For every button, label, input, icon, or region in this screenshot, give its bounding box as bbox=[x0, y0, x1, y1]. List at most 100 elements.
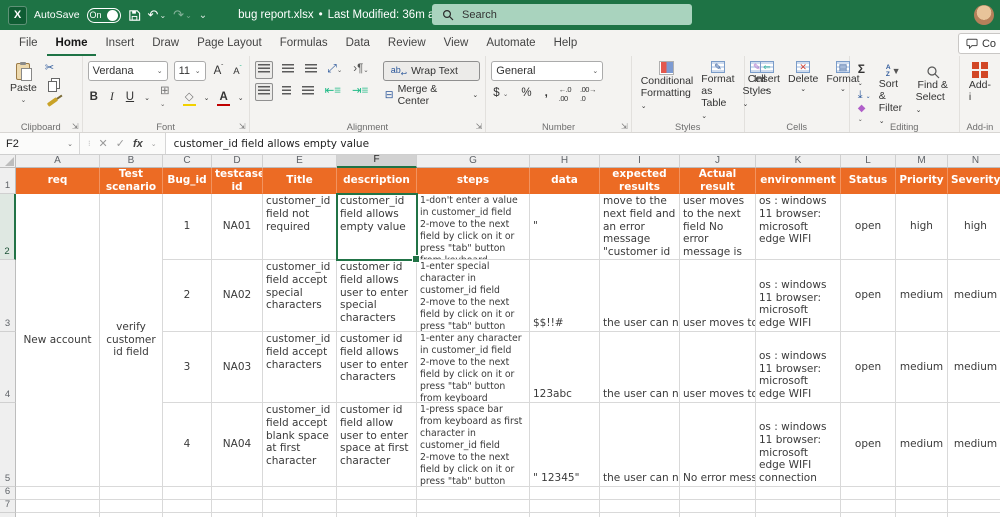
fx-chevron-icon[interactable]: ⌄ bbox=[151, 140, 157, 148]
cell-empty[interactable] bbox=[680, 513, 756, 517]
tab-review[interactable]: Review bbox=[379, 33, 435, 56]
cell-i5[interactable]: the user can not bbox=[600, 403, 680, 487]
search-box[interactable]: Search bbox=[432, 4, 692, 25]
cell-n2[interactable]: high bbox=[948, 194, 1000, 260]
cell-g5[interactable]: 1-press space bar from keyboard as first… bbox=[417, 403, 530, 487]
tab-formulas[interactable]: Formulas bbox=[271, 33, 337, 56]
header-cell-description[interactable]: description bbox=[337, 168, 417, 194]
select-all-corner[interactable] bbox=[0, 155, 16, 168]
cell-j5[interactable]: No error message bbox=[680, 403, 756, 487]
row-header-1[interactable]: 1 bbox=[0, 168, 16, 194]
font-size-combo[interactable]: 11 ⌄ bbox=[173, 61, 206, 81]
cell-empty[interactable] bbox=[756, 500, 841, 513]
column-header-i[interactable]: I bbox=[600, 155, 680, 168]
cell-empty[interactable] bbox=[337, 513, 417, 517]
comma-style-icon[interactable]: , bbox=[543, 87, 550, 101]
merge-center-button[interactable]: ⊟ Merge & Center ⌄ bbox=[383, 83, 481, 107]
cell-empty[interactable] bbox=[841, 487, 896, 500]
tab-view[interactable]: View bbox=[435, 33, 478, 56]
enter-icon[interactable]: ✓ bbox=[116, 137, 125, 150]
cell-empty[interactable] bbox=[263, 513, 337, 517]
column-header-e[interactable]: E bbox=[263, 155, 337, 168]
cell-empty[interactable] bbox=[600, 487, 680, 500]
row-header-3[interactable]: 3 bbox=[0, 260, 16, 332]
header-cell-priority[interactable]: Priority bbox=[896, 168, 948, 194]
cell-e2[interactable]: customer_id field not required bbox=[263, 194, 337, 260]
cell-empty[interactable] bbox=[16, 487, 100, 500]
number-dialog-launcher-icon[interactable]: ⇲ bbox=[621, 122, 628, 131]
header-cell-test-scenario[interactable]: Test scenario bbox=[100, 168, 163, 194]
align-right-icon[interactable] bbox=[300, 84, 316, 100]
header-cell-req[interactable]: req bbox=[16, 168, 100, 194]
cell-n4[interactable]: medium bbox=[948, 332, 1000, 403]
cell-i4[interactable]: the user can not bbox=[600, 332, 680, 403]
cell-c4[interactable]: 3 bbox=[163, 332, 212, 403]
orientation-icon[interactable]: ⤢⌄ bbox=[326, 63, 345, 77]
cell-empty[interactable] bbox=[896, 513, 948, 517]
addins-button[interactable]: Add-i bbox=[965, 61, 995, 103]
font-name-combo[interactable]: Verdana ⌄ bbox=[87, 61, 168, 81]
cell-n3[interactable]: medium bbox=[948, 260, 1000, 332]
column-header-f[interactable]: F bbox=[337, 155, 417, 168]
cancel-icon[interactable]: ✕ bbox=[99, 137, 108, 150]
alignment-dialog-launcher-icon[interactable]: ⇲ bbox=[476, 122, 483, 131]
cell-h5[interactable]: " 12345" bbox=[530, 403, 600, 487]
decrease-indent-icon[interactable]: ⇤≡ bbox=[323, 85, 343, 99]
header-cell-status[interactable]: Status bbox=[841, 168, 896, 194]
align-center-icon[interactable] bbox=[280, 84, 293, 100]
cut-icon[interactable]: ✂ bbox=[45, 63, 60, 74]
column-header-k[interactable]: K bbox=[756, 155, 841, 168]
cell-d3[interactable]: NA02 bbox=[212, 260, 263, 332]
cell-m5[interactable]: medium bbox=[896, 403, 948, 487]
insert-cells-button[interactable]: ⇐ Insert ⌄ bbox=[750, 61, 784, 93]
cell-empty[interactable] bbox=[530, 487, 600, 500]
cell-empty[interactable] bbox=[841, 513, 896, 517]
cell-d5[interactable]: NA04 bbox=[212, 403, 263, 487]
fill-icon[interactable]: ⤓ ⌄ bbox=[858, 90, 872, 101]
cell-empty[interactable] bbox=[100, 500, 163, 513]
cell-empty[interactable] bbox=[337, 500, 417, 513]
comments-button[interactable]: Co bbox=[957, 33, 1000, 54]
cell-f5[interactable]: customer id field allow user to enter sp… bbox=[337, 403, 417, 487]
cell-empty[interactable] bbox=[841, 500, 896, 513]
formula-input[interactable]: customer_id field allows empty value bbox=[165, 133, 1000, 154]
column-header-a[interactable]: A bbox=[16, 155, 100, 168]
align-middle-icon[interactable] bbox=[280, 62, 296, 78]
cell-g3[interactable]: 1-enter special character in customer_id… bbox=[417, 260, 530, 332]
cell-f2[interactable]: customer_id field allows empty value bbox=[337, 194, 417, 260]
cell-h3[interactable]: $$!!# bbox=[530, 260, 600, 332]
increase-indent-icon[interactable]: ⇥≡ bbox=[350, 85, 370, 99]
cell-g4[interactable]: 1-enter any character in customer_id fie… bbox=[417, 332, 530, 403]
tab-page-layout[interactable]: Page Layout bbox=[188, 33, 271, 56]
cell-e3[interactable]: customer_id field accept special charact… bbox=[263, 260, 337, 332]
delete-cells-button[interactable]: ✕ Delete ⌄ bbox=[784, 61, 822, 93]
avatar[interactable] bbox=[974, 5, 994, 25]
cell-empty[interactable] bbox=[163, 487, 212, 500]
column-header-m[interactable]: M bbox=[896, 155, 948, 168]
header-cell-expected-results[interactable]: expected results bbox=[600, 168, 680, 194]
row-header-7[interactable]: 7 bbox=[0, 500, 16, 513]
quick-access-chevron-icon[interactable]: ⌄ bbox=[199, 10, 207, 21]
column-header-c[interactable]: C bbox=[163, 155, 212, 168]
save-icon[interactable] bbox=[128, 9, 141, 22]
cell-l5[interactable]: open bbox=[841, 403, 896, 487]
header-cell-title[interactable]: Title bbox=[263, 168, 337, 194]
increase-decimal-icon[interactable]: ←.0.00 bbox=[559, 85, 572, 103]
cell-k5[interactable]: os : windows 11 browser: microsoft edge … bbox=[756, 403, 841, 487]
cell-l2[interactable]: open bbox=[841, 194, 896, 260]
cell-empty[interactable] bbox=[417, 513, 530, 517]
cell-empty[interactable] bbox=[263, 487, 337, 500]
cell-empty[interactable] bbox=[417, 487, 530, 500]
cell-empty[interactable] bbox=[680, 500, 756, 513]
increase-font-icon[interactable]: Aˆ bbox=[212, 64, 226, 78]
cell-c3[interactable]: 2 bbox=[163, 260, 212, 332]
cell-i2[interactable]: move to the next field and an error mess… bbox=[600, 194, 680, 260]
autosum-icon[interactable]: Σ ⌄ bbox=[858, 63, 872, 87]
cell-empty[interactable] bbox=[16, 513, 100, 517]
clear-icon[interactable]: ◆ ⌄ bbox=[858, 104, 872, 124]
cell-empty[interactable] bbox=[756, 487, 841, 500]
tab-data[interactable]: Data bbox=[337, 33, 379, 56]
cell-empty[interactable] bbox=[948, 487, 1000, 500]
cell-empty[interactable] bbox=[263, 500, 337, 513]
cell-empty[interactable] bbox=[337, 487, 417, 500]
